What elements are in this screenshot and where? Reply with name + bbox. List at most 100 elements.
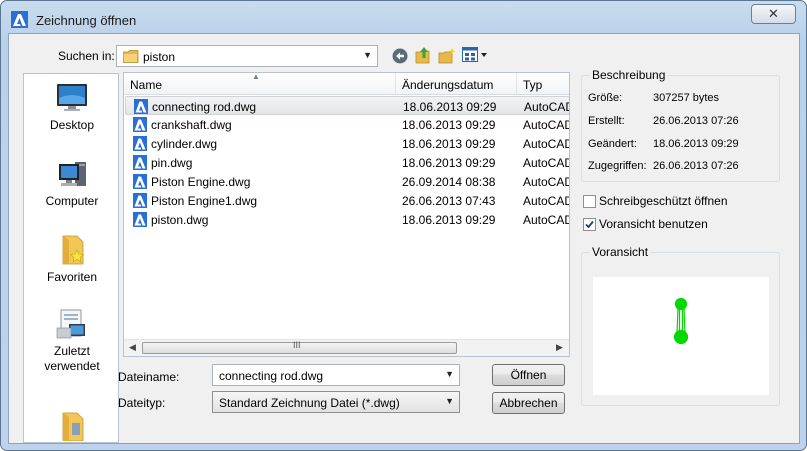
created-value: 26.06.2013 07:26 — [653, 115, 739, 127]
sort-ascending-icon: ▲ — [252, 73, 260, 81]
dwg-file-icon — [133, 136, 147, 151]
dwg-file-icon — [134, 99, 148, 114]
file-row[interactable]: Piston Engine.dwg 26.09.2014 08:38 AutoCAD… — [125, 172, 569, 191]
place-libraries[interactable] — [24, 409, 118, 441]
file-type: AutoCAD- — [523, 194, 569, 208]
favorites-folder-icon — [62, 235, 85, 265]
filename-combo[interactable]: connecting rod.dwg ▼ — [212, 364, 460, 386]
preview-group: Voransicht — [581, 245, 780, 406]
open-drawing-dialog: Zeichnung öffnen ✕ Suchen in: piston ▼ D… — [0, 0, 807, 451]
new-folder-icon[interactable] — [438, 47, 456, 64]
file-row[interactable]: pin.dwg 18.06.2013 09:29 AutoCAD- — [125, 153, 569, 172]
file-date: 26.09.2014 08:38 — [402, 175, 496, 189]
size-value: 307257 bytes — [653, 92, 720, 104]
file-row[interactable]: crankshaft.dwg 18.06.2013 09:29 AutoCAD- — [125, 115, 569, 134]
file-type: AutoCAD- — [523, 156, 569, 170]
lookin-label: Suchen in: — [58, 49, 115, 63]
recent-places-icon — [56, 309, 85, 339]
dwg-file-icon — [133, 155, 147, 170]
close-button[interactable]: ✕ — [751, 4, 796, 24]
file-name: Piston Engine.dwg — [151, 175, 251, 189]
views-menu-icon[interactable] — [462, 47, 490, 63]
file-row[interactable]: piston.dwg 18.06.2013 09:29 AutoCAD- — [125, 210, 569, 229]
places-bar: Desktop Computer Favoriten Zuletzt verwe… — [23, 73, 119, 443]
dwg-file-icon — [133, 212, 147, 227]
file-date: 18.06.2013 09:29 — [403, 100, 497, 114]
file-type: AutoCAD- — [523, 118, 569, 132]
place-label-line2: verwendet — [44, 359, 100, 373]
horizontal-scrollbar[interactable]: ◀ III ▶ — [124, 339, 569, 356]
file-name: cylinder.dwg — [151, 137, 218, 151]
open-button[interactable]: Öffnen — [492, 364, 565, 386]
filetype-combo[interactable]: Standard Zeichnung Datei (*.dwg) ▼ — [212, 391, 460, 413]
created-label: Erstellt: — [588, 115, 625, 127]
file-row[interactable]: connecting rod.dwg 18.06.2013 09:29 AutoCA… — [125, 96, 569, 115]
file-date: 18.06.2013 09:29 — [402, 156, 496, 170]
place-label: Computer — [45, 194, 99, 208]
chevron-down-icon[interactable]: ▼ — [445, 396, 454, 406]
dwg-file-icon — [133, 117, 147, 132]
file-date: 18.06.2013 09:29 — [402, 213, 496, 227]
preview-title: Voransicht — [589, 245, 652, 259]
filename-input[interactable]: connecting rod.dwg — [219, 369, 323, 383]
file-name: piston.dwg — [151, 213, 209, 227]
connecting-rod-preview-drawing — [673, 297, 689, 345]
autocad-logo-icon — [11, 11, 28, 28]
file-name: Piston Engine1.dwg — [151, 194, 258, 208]
place-label: Desktop — [49, 118, 95, 132]
computer-icon — [59, 162, 86, 186]
back-arrow-icon[interactable] — [392, 48, 408, 64]
title-bar[interactable]: Zeichnung öffnen ✕ — [1, 1, 806, 35]
file-date: 18.06.2013 09:29 — [402, 137, 496, 151]
chevron-down-icon[interactable]: ▼ — [445, 369, 454, 379]
use-preview-label[interactable]: Voransicht benutzen — [599, 217, 708, 231]
file-name: pin.dwg — [151, 156, 193, 170]
chevron-down-icon[interactable]: ▼ — [363, 50, 372, 60]
preview-pane — [593, 277, 769, 395]
cancel-button[interactable]: Abbrechen — [492, 392, 565, 414]
lookin-value: piston — [143, 50, 176, 64]
file-row[interactable]: cylinder.dwg 18.06.2013 09:29 AutoCAD- — [125, 134, 569, 153]
place-favorites[interactable]: Favoriten — [24, 234, 118, 285]
place-computer[interactable]: Computer — [24, 158, 118, 209]
modified-value: 18.06.2013 09:29 — [653, 138, 739, 150]
file-type: AutoCAD- — [524, 100, 569, 114]
filename-label: Dateiname: — [118, 370, 180, 384]
up-folder-icon[interactable] — [415, 46, 432, 64]
column-header-name[interactable]: Name ▲ — [124, 73, 396, 95]
size-label: Größe: — [588, 92, 623, 104]
column-header-date[interactable]: Änderungsdatum — [396, 73, 517, 95]
accessed-label: Zugegriffen: — [588, 160, 647, 172]
filetype-label: Dateityp: — [118, 396, 166, 410]
use-preview-checkbox[interactable] — [583, 218, 596, 231]
file-list[interactable]: Name ▲ Änderungsdatum Typ connecting rod… — [123, 72, 570, 357]
file-name: connecting rod.dwg — [152, 100, 257, 114]
place-recent[interactable]: Zuletzt verwendet — [24, 308, 118, 374]
library-folder-icon — [62, 412, 84, 441]
accessed-value: 26.06.2013 07:26 — [653, 160, 739, 172]
file-type: AutoCAD- — [523, 175, 569, 189]
modified-label: Geändert: — [588, 138, 637, 150]
place-desktop[interactable]: Desktop — [24, 82, 118, 133]
file-name: crankshaft.dwg — [151, 118, 232, 132]
description-title: Beschreibung — [589, 68, 669, 82]
readonly-label[interactable]: Schreibgeschützt öffnen — [599, 194, 728, 208]
grip-icon: III — [293, 340, 301, 350]
readonly-checkbox[interactable] — [583, 195, 596, 208]
checkmark-icon — [585, 220, 594, 229]
filetype-value: Standard Zeichnung Datei (*.dwg) — [219, 396, 400, 410]
place-label: Favoriten — [46, 270, 98, 284]
file-type: AutoCAD- — [523, 213, 569, 227]
folder-icon — [123, 50, 139, 63]
file-row[interactable]: Piston Engine1.dwg 26.06.2013 07:43 AutoCA… — [125, 191, 569, 210]
window-title: Zeichnung öffnen — [36, 13, 137, 28]
scroll-right-icon[interactable]: ▶ — [556, 342, 563, 353]
column-header-type[interactable]: Typ — [517, 73, 569, 95]
scroll-left-icon[interactable]: ◀ — [129, 342, 136, 353]
dwg-file-icon — [133, 174, 147, 189]
dialog-client-area: Suchen in: piston ▼ Desktop Computer Fav… — [8, 33, 800, 444]
desktop-icon — [57, 84, 87, 111]
description-group: Beschreibung Größe: 307257 bytes Erstell… — [581, 68, 780, 182]
scrollbar-thumb[interactable]: III — [142, 340, 457, 354]
lookin-combo[interactable]: piston ▼ — [116, 45, 378, 67]
